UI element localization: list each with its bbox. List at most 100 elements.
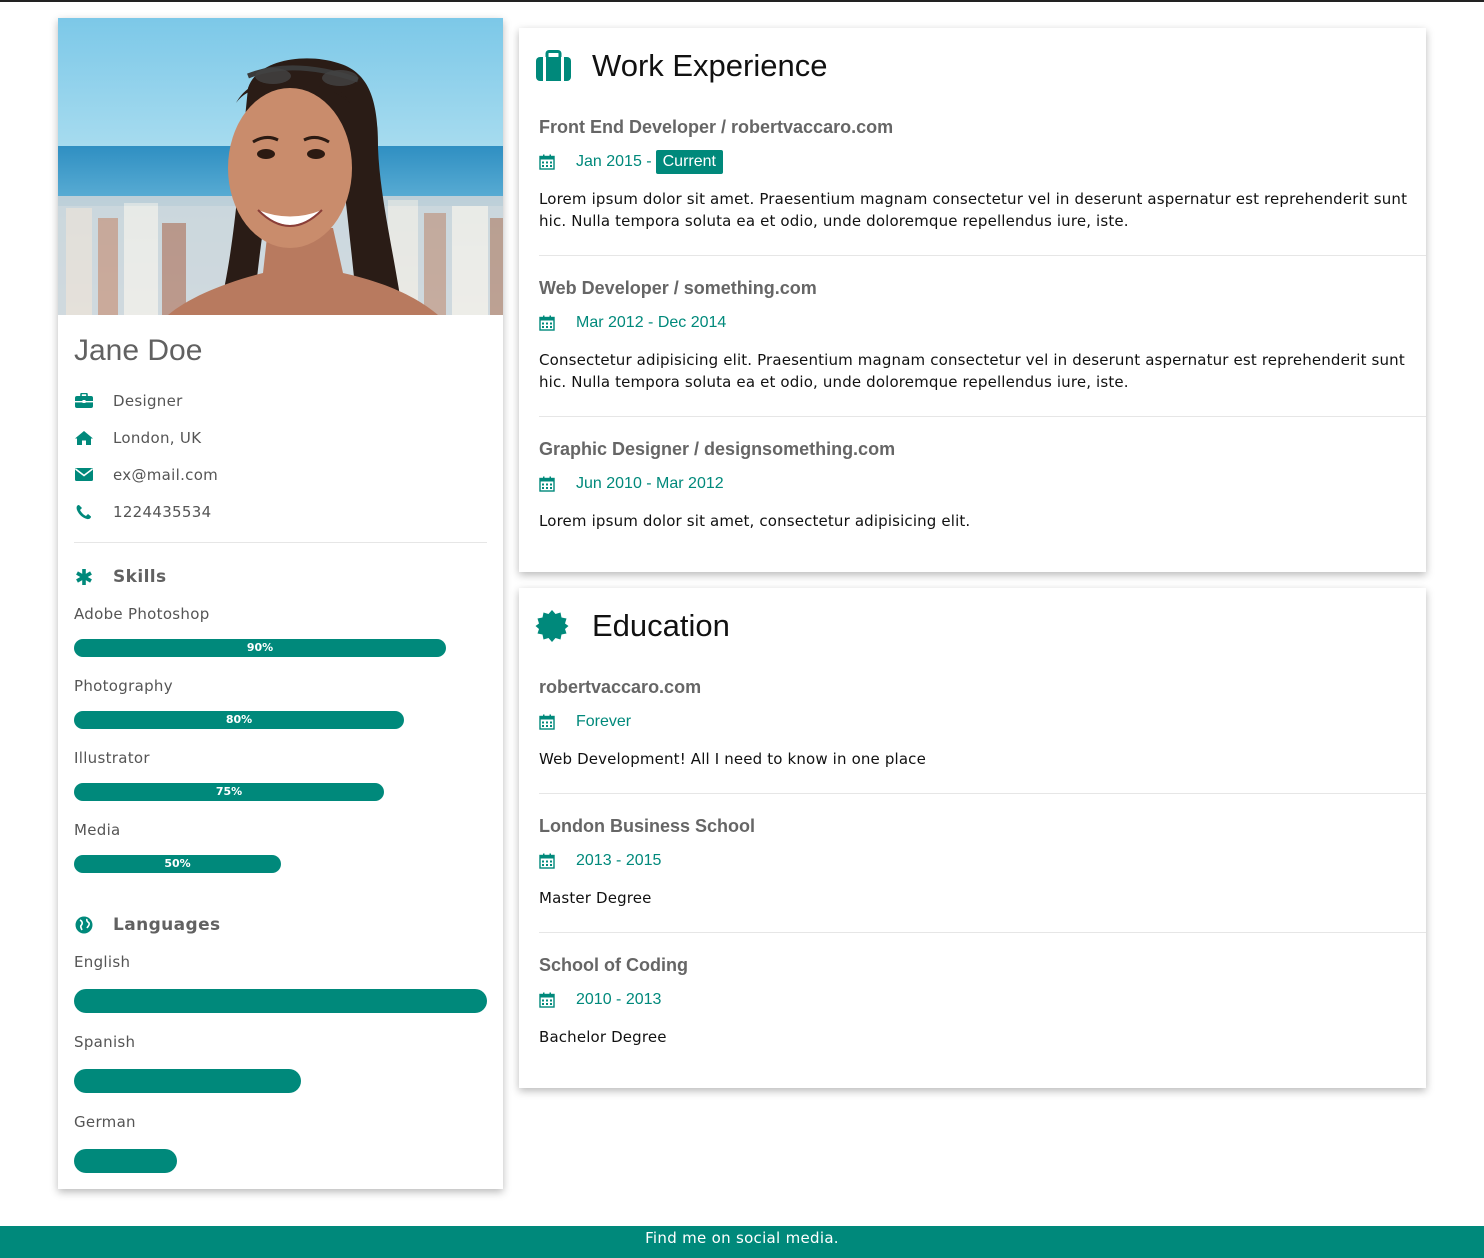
calendar-icon [539,476,576,492]
info-email-text[interactable]: ex@mail.com [113,466,218,484]
work-entry-date-text: Jun 2010 - Mar 2012 [576,475,724,492]
skill-name: Photography [74,677,173,695]
asterisk-icon [74,567,113,587]
skills-title: Skills [113,567,167,587]
calendar-icon [539,315,576,331]
languages-list: English Spanish German [74,951,487,1173]
language-progress-bar [74,1149,487,1173]
education-heading: Education [535,602,730,650]
info-row-location: London, UK [74,419,487,456]
calendar-icon [539,154,576,170]
education-entry-date: 2013 - 2015 [539,849,1426,873]
suitcase-icon [535,50,592,82]
language-item: German [74,1111,487,1173]
education-entry-date-text: 2010 - 2013 [576,991,662,1008]
language-progress-bar [74,989,487,1013]
skill-progress-bar: 90% [74,639,487,657]
language-progress-fill [74,989,487,1013]
education-entry-description: Bachelor Degree [539,1028,667,1046]
work-entry: Graphic Designer / designsomething.com J… [539,436,1426,532]
info-phone-text[interactable]: 1224435534 [113,503,211,521]
profile-card: Jane Doe Designer London, UK ex@mail.com [58,18,503,1189]
work-entry-description: Lorem ipsum dolor sit amet, consectetur … [539,512,971,530]
skills-list: Adobe Photoshop 90% Photography 80% Illustra… [74,603,487,873]
education-entry-title: London Business School [539,816,756,836]
skill-item: Photography 80% [74,675,487,729]
certificate-icon [535,609,592,643]
skill-item: Adobe Photoshop 90% [74,603,487,657]
skill-progress-fill: 90% [74,639,446,657]
briefcase-icon [74,392,113,409]
entry-separator [539,255,1426,256]
work-entry-title: Web Developer / something.com [539,278,817,298]
info-row-email[interactable]: ex@mail.com [74,456,487,493]
home-icon [74,430,113,446]
work-entry-date-text: Mar 2012 - Dec 2014 [576,314,727,331]
education-entry: School of Coding 2010 - 2013 Bachelor De… [539,952,1426,1048]
calendar-icon [539,853,576,869]
work-experience-card: Work Experience Front End Developer / ro… [519,28,1426,572]
entry-separator [539,932,1426,933]
footer: Find me on social media. [0,1226,1484,1258]
language-progress-bar [74,1069,487,1093]
work-entry: Front End Developer / robertvaccaro.com … [539,114,1426,232]
skill-progress-fill: 50% [74,855,281,873]
top-border [0,0,1484,2]
language-progress-fill [74,1069,301,1093]
skill-progress-bar: 80% [74,711,487,729]
education-entry-description: Web Development! All I need to know in o… [539,750,926,768]
work-entry-description: Lorem ipsum dolor sit amet. Praesentium … [539,190,1408,230]
language-name: English [74,953,131,971]
skill-item: Illustrator 75% [74,747,487,801]
work-entry-title: Graphic Designer / designsomething.com [539,439,896,459]
education-entry: robertvaccaro.com Forever Web Developmen… [539,674,1426,770]
skill-progress-bar: 50% [74,855,487,873]
work-entry-description: Consectetur adipisicing elit. Praesentiu… [539,351,1405,391]
current-badge: Current [655,150,723,174]
globe-icon [74,915,113,935]
phone-icon [74,504,113,520]
work-entry-date: Jun 2010 - Mar 2012 [539,472,1426,496]
footer-text[interactable]: Find me on social media. [645,1229,839,1247]
education-card: Education robertvaccaro.com Forever Web … [519,588,1426,1088]
work-entry-title: Front End Developer / robertvaccaro.com [539,117,894,137]
skill-item: Media 50% [74,819,487,873]
info-job-text: Designer [113,391,183,410]
language-progress-fill [74,1149,177,1173]
envelope-icon [74,467,113,482]
entry-separator [539,793,1426,794]
skill-progress-fill: 80% [74,711,404,729]
entry-separator [539,416,1426,417]
divider [74,542,487,543]
education-title: Education [592,608,730,643]
profile-name: Jane Doe [74,334,203,367]
info-row-phone[interactable]: 1224435534 [74,493,487,530]
education-entry-description: Master Degree [539,889,652,907]
language-item: Spanish [74,1031,487,1093]
calendar-icon [539,992,576,1008]
work-entry-date-text: Jan 2015 - [576,153,652,170]
info-row-job: Designer [74,382,487,419]
education-entry-date: 2010 - 2013 [539,988,1426,1012]
skill-name: Media [74,821,121,839]
skill-name: Illustrator [74,749,150,767]
skill-progress-fill: 75% [74,783,384,801]
work-entry: Web Developer / something.com Mar 2012 -… [539,275,1426,393]
profile-photo [58,18,503,315]
languages-heading: Languages [74,908,487,942]
language-name: Spanish [74,1033,136,1051]
education-entry-title: robertvaccaro.com [539,677,702,697]
language-name: German [74,1113,136,1131]
education-entry: London Business School 2013 - 2015 Maste… [539,813,1426,909]
info-location-text: London, UK [113,428,202,447]
education-entry-date-text: 2013 - 2015 [576,852,662,869]
skills-heading: Skills [74,560,487,594]
work-entry-date: Jan 2015 - Current [539,150,1426,174]
calendar-icon [539,714,576,730]
work-entry-date: Mar 2012 - Dec 2014 [539,311,1426,335]
language-item: English [74,951,487,1013]
work-experience-title: Work Experience [592,48,828,83]
education-entry-date-text: Forever [576,713,632,730]
languages-title: Languages [113,915,221,935]
education-entry-date: Forever [539,710,1426,734]
